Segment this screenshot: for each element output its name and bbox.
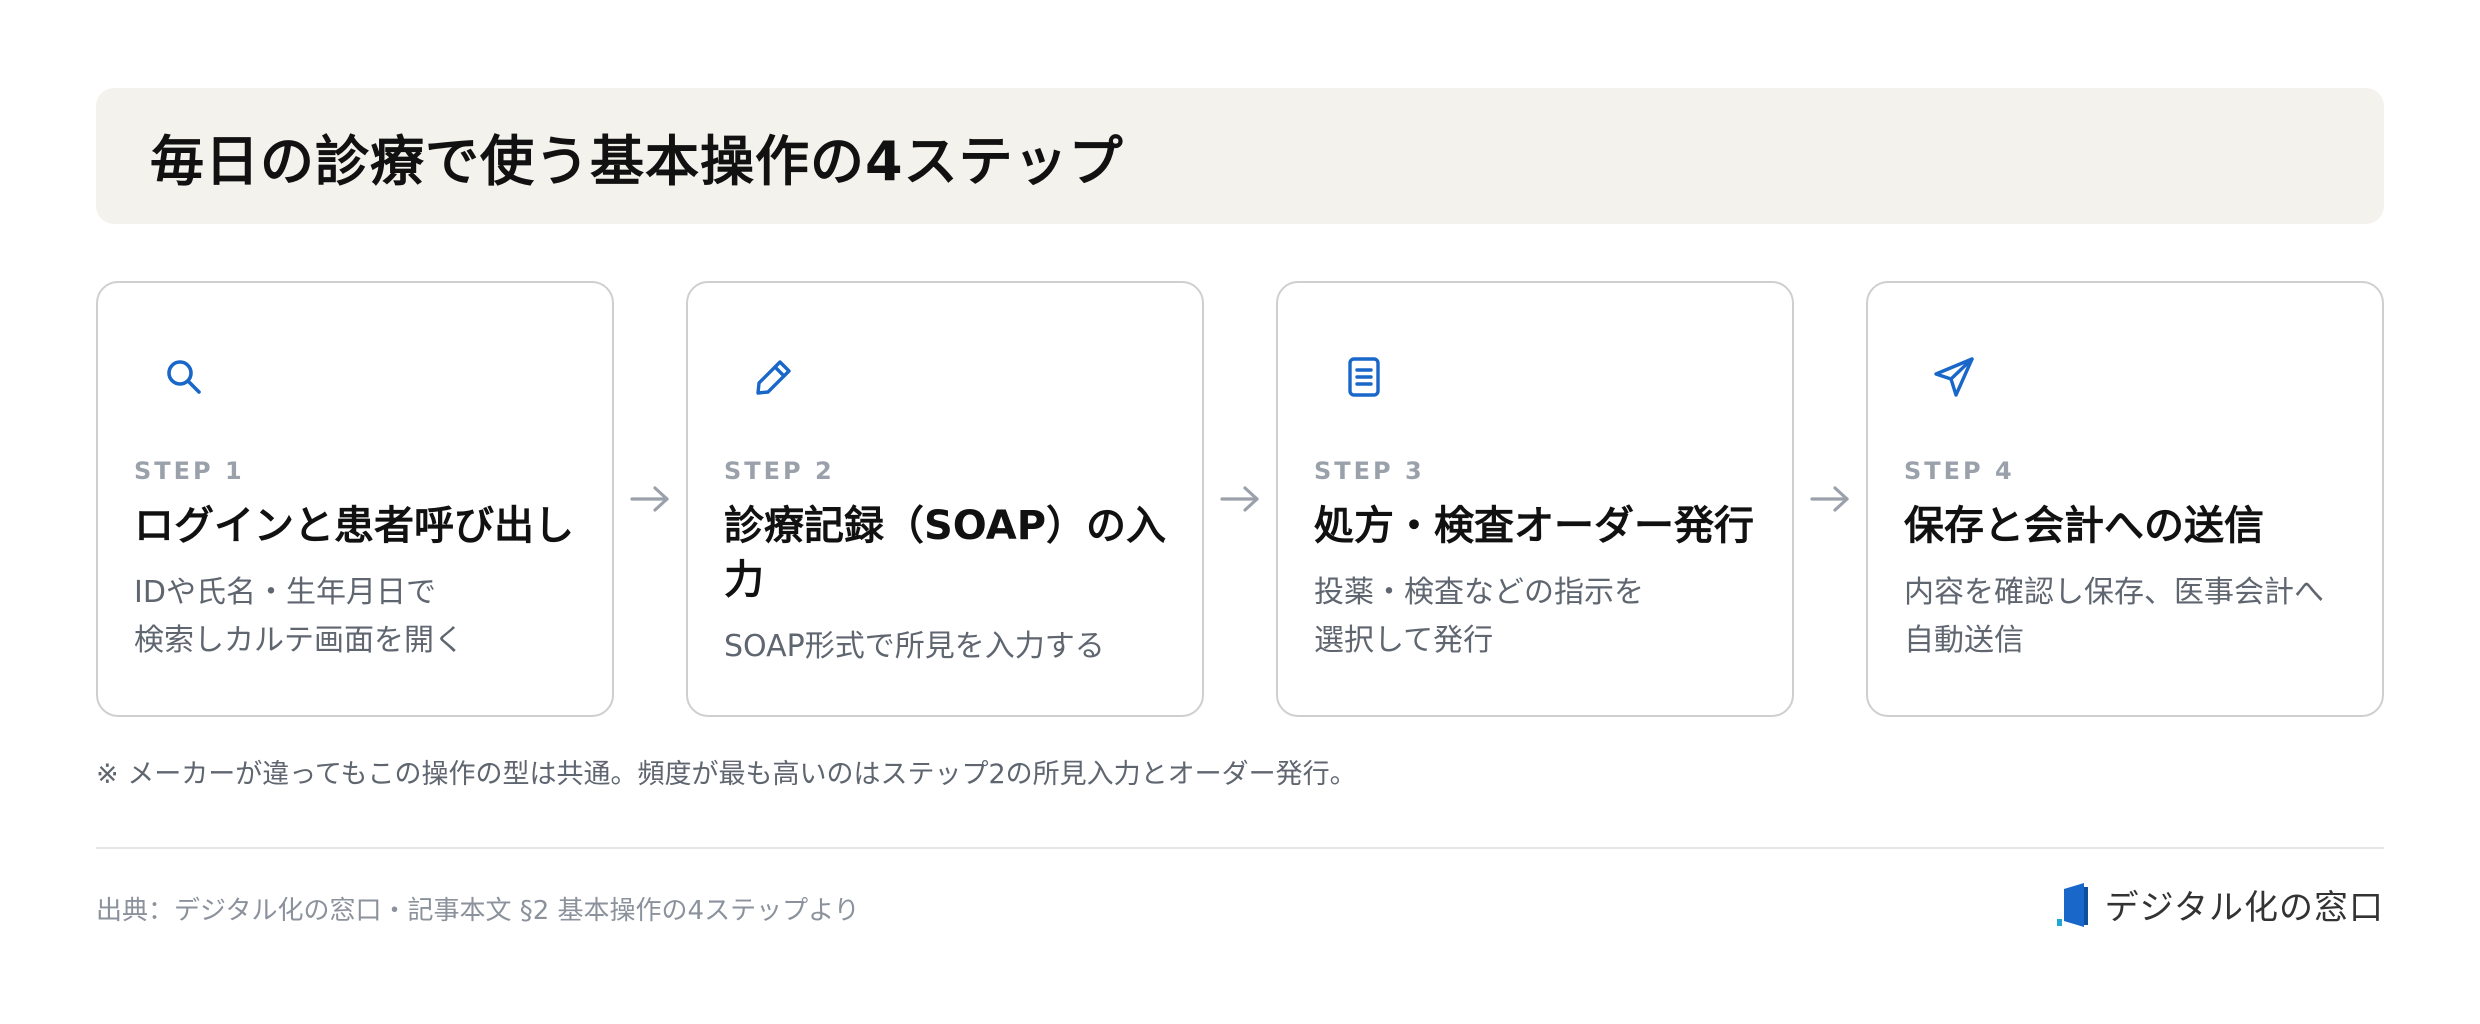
step-title: 保存と会計への送信: [1904, 503, 2264, 549]
document-icon: [1340, 353, 1388, 401]
brand-name: デジタル化の窓口: [2104, 888, 2384, 928]
arrow-right-icon: [1794, 281, 1866, 717]
divider: [96, 847, 2384, 849]
search-icon: [160, 353, 208, 401]
title-band: 毎日の診療で使う基本操作の4ステップ: [96, 88, 2384, 224]
step-label: STEP 4: [1904, 457, 2015, 485]
logo-icon: [2053, 881, 2093, 929]
pencil-icon: [750, 353, 798, 401]
step-title: 処方・検査オーダー発行: [1314, 503, 1754, 549]
step-card-3: STEP 3 処方・検査オーダー発行 投薬・検査などの指示を 選択して発行: [1276, 281, 1794, 717]
step-label: STEP 2: [724, 457, 835, 485]
step-card-4: STEP 4 保存と会計への送信 内容を確認し保存、医事会計へ 自動送信: [1866, 281, 2384, 717]
step-description: SOAP形式で所見を入力する: [724, 629, 1105, 664]
step-description: 投薬・検査などの指示を 選択して発行: [1314, 575, 1644, 658]
footnote: ※ メーカーが違ってもこの操作の型は共通。頻度が最も高いのはステップ2の所見入力…: [96, 759, 1357, 790]
send-icon: [1930, 353, 1978, 401]
step-card-1: STEP 1 ログインと患者呼び出し IDや氏名・生年月日で 検索しカルテ画面を…: [96, 281, 614, 717]
step-description: 内容を確認し保存、医事会計へ 自動送信: [1904, 575, 2324, 658]
step-title: 診療記録（SOAP）の入力: [724, 503, 1167, 603]
page-title: 毎日の診療で使う基本操作の4ステップ: [150, 129, 1124, 193]
brand: デジタル化の窓口: [2053, 880, 2384, 929]
step-title: ログインと患者呼び出し: [134, 503, 574, 549]
arrow-right-icon: [614, 281, 686, 717]
arrow-right-icon: [1204, 281, 1276, 717]
step-description: IDや氏名・生年月日で 検索しカルテ画面を開く: [134, 575, 464, 658]
step-label: STEP 1: [134, 457, 245, 485]
step-label: STEP 3: [1314, 457, 1425, 485]
step-card-2: STEP 2 診療記録（SOAP）の入力 SOAP形式で所見を入力する: [686, 281, 1204, 717]
source-credit: 出典：デジタル化の窓口・記事本文 §2 基本操作の4ステップより: [96, 896, 860, 926]
steps-row: STEP 1 ログインと患者呼び出し IDや氏名・生年月日で 検索しカルテ画面を…: [96, 281, 2384, 717]
